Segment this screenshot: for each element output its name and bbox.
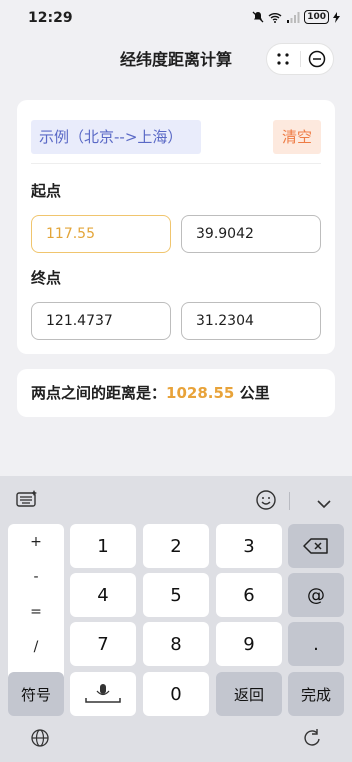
key-5[interactable]: 5 bbox=[143, 573, 209, 617]
minus-key[interactable]: - bbox=[8, 569, 64, 585]
key-8[interactable]: 8 bbox=[143, 622, 209, 666]
status-icons: 100 bbox=[252, 10, 340, 24]
key-7[interactable]: 7 bbox=[70, 622, 136, 666]
switch-keyboard-button[interactable] bbox=[302, 728, 322, 752]
start-label: 起点 bbox=[31, 182, 62, 200]
close-button[interactable] bbox=[301, 50, 334, 68]
divider bbox=[31, 163, 321, 164]
end-lng-input[interactable]: 121.4737 bbox=[31, 302, 171, 340]
done-key[interactable]: 完成 bbox=[288, 672, 344, 716]
equals-key[interactable]: = bbox=[8, 604, 64, 620]
period-key[interactable]: . bbox=[288, 622, 344, 666]
battery-icon: 100 bbox=[304, 10, 329, 24]
return-key[interactable]: 返回 bbox=[216, 672, 282, 716]
at-key[interactable]: @ bbox=[288, 573, 344, 617]
language-button[interactable] bbox=[30, 728, 50, 752]
microphone-icon bbox=[85, 684, 121, 703]
globe-icon bbox=[31, 729, 49, 747]
keyboard-settings-button[interactable] bbox=[16, 490, 38, 512]
result-unit: 公里 bbox=[239, 384, 270, 402]
keyboard-settings-icon bbox=[16, 490, 37, 507]
result-prefix: 两点之间的距离是： bbox=[31, 384, 167, 402]
key-1[interactable]: 1 bbox=[70, 524, 136, 568]
backspace-icon bbox=[303, 538, 328, 554]
status-time: 12:29 bbox=[28, 10, 73, 26]
key-6[interactable]: 6 bbox=[216, 573, 282, 617]
plus-key[interactable]: + bbox=[8, 534, 64, 550]
numeric-keyboard: + - = / 1 2 3 4 5 6 7 8 9 @ . 符号 0 返回 完成 bbox=[0, 476, 352, 762]
hide-keyboard-button[interactable] bbox=[316, 494, 332, 513]
voice-space-key[interactable] bbox=[70, 672, 136, 716]
result-value: 1028.55 bbox=[166, 384, 235, 402]
key-9[interactable]: 9 bbox=[216, 622, 282, 666]
end-lat-input[interactable]: 31.2304 bbox=[181, 302, 321, 340]
key-0[interactable]: 0 bbox=[143, 672, 209, 716]
distance-result: 两点之间的距离是：1028.55 公里 bbox=[31, 369, 270, 417]
end-label: 终点 bbox=[31, 269, 62, 287]
toolbar-divider bbox=[289, 492, 290, 510]
wifi-icon bbox=[268, 12, 282, 23]
signal-icon bbox=[287, 11, 300, 23]
key-4[interactable]: 4 bbox=[70, 573, 136, 617]
miniprogram-capsule bbox=[266, 43, 334, 75]
more-button[interactable] bbox=[267, 52, 300, 66]
mute-bell-icon bbox=[252, 11, 264, 23]
rotate-icon bbox=[304, 729, 320, 746]
symbols-key[interactable]: 符号 bbox=[8, 672, 64, 716]
start-lng-input[interactable]: 117.55 bbox=[31, 215, 171, 253]
example-button[interactable]: 示例（北京-->上海） bbox=[31, 120, 201, 154]
key-2[interactable]: 2 bbox=[143, 524, 209, 568]
backspace-key[interactable] bbox=[288, 524, 344, 568]
clear-button[interactable]: 清空 bbox=[273, 120, 321, 154]
emoji-button[interactable] bbox=[255, 489, 277, 515]
close-circle-icon bbox=[308, 50, 325, 68]
start-lat-input[interactable]: 39.9042 bbox=[181, 215, 321, 253]
charging-icon bbox=[333, 11, 340, 23]
key-3[interactable]: 3 bbox=[216, 524, 282, 568]
slash-key[interactable]: / bbox=[8, 639, 64, 655]
chevron-down-icon bbox=[317, 500, 331, 509]
emoji-icon bbox=[256, 490, 276, 510]
dots-icon bbox=[277, 53, 289, 65]
